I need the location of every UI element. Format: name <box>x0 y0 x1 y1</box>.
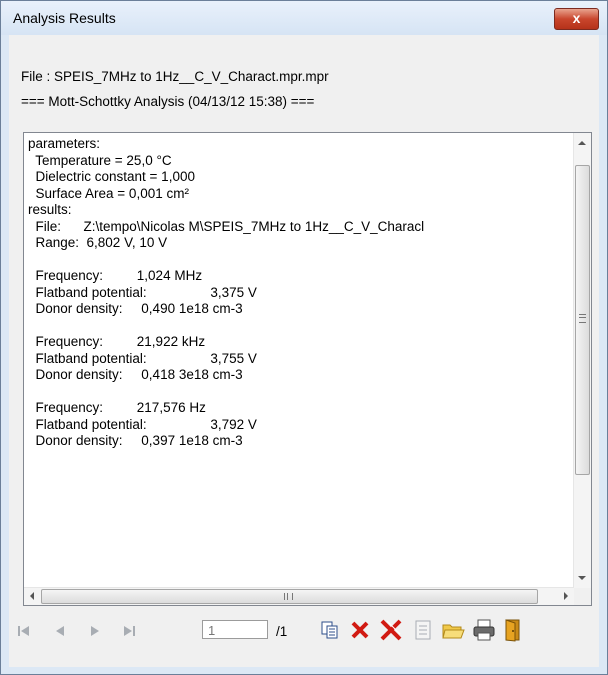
copy-icon[interactable] <box>320 620 340 640</box>
file-line: File : SPEIS_7MHz to 1Hz__C_V_Charact.mp… <box>21 69 329 84</box>
exit-icon[interactable] <box>503 618 523 642</box>
delete-all-icon[interactable] <box>379 618 403 642</box>
client-area: File : SPEIS_7MHz to 1Hz__C_V_Charact.mp… <box>9 35 599 667</box>
delete-icon[interactable] <box>349 619 371 641</box>
horizontal-scrollbar[interactable] <box>24 587 574 605</box>
vertical-scrollbar[interactable] <box>573 133 591 588</box>
page-total: /1 <box>276 624 288 639</box>
notes-icon[interactable] <box>413 619 433 641</box>
analysis-results-window: Analysis Results x File : SPEIS_7MHz to … <box>0 0 608 675</box>
window-title: Analysis Results <box>13 10 116 26</box>
first-page-icon[interactable] <box>17 624 31 638</box>
horizontal-scroll-thumb[interactable] <box>41 589 538 604</box>
scroll-right-icon[interactable] <box>564 592 568 600</box>
title-bar: Analysis Results x <box>1 1 607 35</box>
scroll-corner <box>574 588 591 605</box>
open-folder-icon[interactable] <box>441 621 465 641</box>
scroll-left-icon[interactable] <box>30 592 34 600</box>
next-page-icon[interactable] <box>88 624 102 638</box>
last-page-icon[interactable] <box>122 624 136 638</box>
page-number-input[interactable]: 1 <box>202 620 268 639</box>
scroll-up-icon[interactable] <box>578 141 586 145</box>
results-text-box[interactable]: parameters: Temperature = 25,0 °C Dielec… <box>23 132 592 606</box>
scroll-down-icon[interactable] <box>578 576 586 580</box>
results-text: parameters: Temperature = 25,0 °C Dielec… <box>28 136 425 448</box>
print-icon[interactable] <box>472 618 496 642</box>
previous-page-icon[interactable] <box>53 624 67 638</box>
close-button[interactable]: x <box>554 8 599 30</box>
analysis-title: === Mott-Schottky Analysis (04/13/12 15:… <box>21 94 315 109</box>
vertical-scroll-thumb[interactable] <box>575 165 590 475</box>
